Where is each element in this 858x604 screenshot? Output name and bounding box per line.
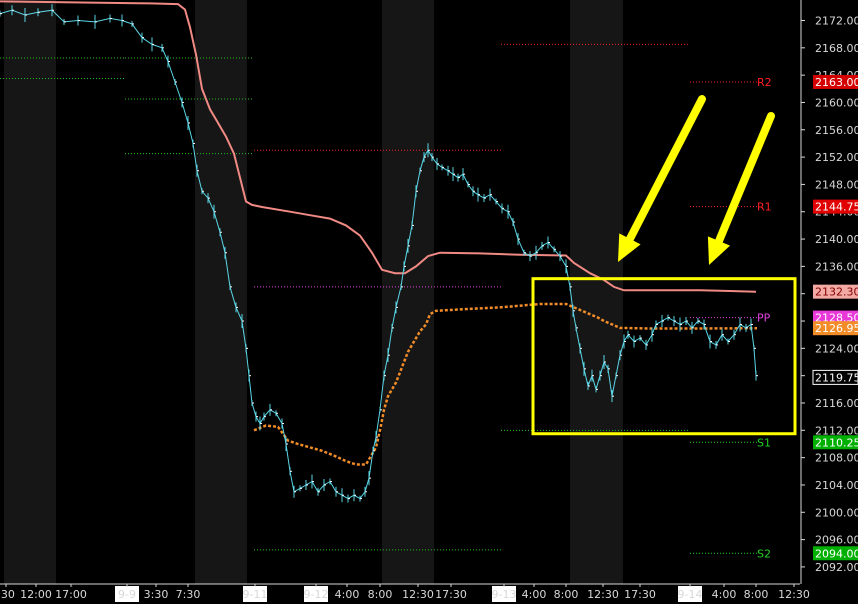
developing-vwap-line xyxy=(253,302,758,466)
x-tick-label-6: 9-11 xyxy=(243,588,268,601)
pivot-label-r1: R1 xyxy=(757,201,772,214)
x-tick-label-17: 9-14 xyxy=(678,588,703,601)
annotation-arrows xyxy=(618,95,775,265)
y-tick-label-5: 2152.00 xyxy=(815,151,858,164)
y-tick-label-14: 2116.00 xyxy=(815,397,858,410)
x-tick-label-13: 4:00 xyxy=(522,588,547,601)
vwap-line xyxy=(0,0,757,293)
price-tag-2: 2119.75 xyxy=(815,371,858,384)
y-tick-label-0: 2172.00 xyxy=(815,14,858,27)
x-tick-label-20: 12:30 xyxy=(778,588,810,601)
pivot-tag-r1: 2144.75 xyxy=(815,201,858,214)
y-tick-label-16: 2108.00 xyxy=(815,452,858,465)
x-tick-label-9: 8:00 xyxy=(368,588,393,601)
time-axis[interactable]: :30 12:0017:00 9-9 3:30 7:30 9-11 9-12 4:00 8:00… xyxy=(0,583,810,602)
x-tick-label-4: 3:30 xyxy=(144,588,169,601)
y-tick-label-17: 2104.00 xyxy=(815,479,858,492)
pivot-tag-s1: 2110.25 xyxy=(815,436,858,449)
y-tick-label-18: 2100.00 xyxy=(815,506,858,519)
y-tick-label-3: 2160.00 xyxy=(815,96,858,109)
pivot-tag-s2: 2094.00 xyxy=(815,547,858,560)
x-tick-label-10: 12:30 xyxy=(402,588,434,601)
x-tick-label-19: 8:00 xyxy=(744,588,769,601)
session-band-3 xyxy=(570,0,623,584)
x-tick-label-2: 17:00 xyxy=(55,588,87,601)
pivot-label-r2: R2 xyxy=(757,76,772,89)
x-tick-label-18: 4:00 xyxy=(712,588,737,601)
pivot-label-pp: PP xyxy=(757,312,771,325)
y-tick-label-1: 2168.00 xyxy=(815,42,858,55)
x-tick-label-12: 9-13 xyxy=(492,588,517,601)
x-tick-label-0: :30 xyxy=(0,588,15,601)
x-tick-label-7: 9-12 xyxy=(304,588,329,601)
y-tick-label-19: 2096.00 xyxy=(815,534,858,547)
price-tag-1: 2132.30 xyxy=(815,286,858,299)
price-chart[interactable]: R2R1PPS1S2 2172.002168.002164.002160.002… xyxy=(0,0,858,604)
x-tick-label-11: 17:30 xyxy=(435,588,467,601)
pivot-tag-r2: 2163.00 xyxy=(815,76,858,89)
developing-vwap-dots xyxy=(253,302,758,466)
session-shading xyxy=(4,0,623,584)
y-tick-label-12: 2124.00 xyxy=(815,342,858,355)
x-tick-label-14: 8:00 xyxy=(554,588,579,601)
price-series xyxy=(0,4,758,503)
vwap-lines xyxy=(0,0,757,293)
pivot-label-s2: S2 xyxy=(757,547,771,560)
session-band-2 xyxy=(382,0,434,584)
y-tick-label-8: 2140.00 xyxy=(815,233,858,246)
arrow-shaft-1 xyxy=(714,112,775,245)
y-tick-label-6: 2148.00 xyxy=(815,178,858,191)
arrow-shaft-0 xyxy=(625,95,706,243)
x-tick-label-16: 17:30 xyxy=(624,588,656,601)
y-tick-label-20: 2092.00 xyxy=(815,561,858,574)
price-line xyxy=(0,9,757,500)
x-tick-label-8: 4:00 xyxy=(335,588,360,601)
x-tick-label-15: 12:30 xyxy=(587,588,619,601)
session-band-0 xyxy=(4,0,56,584)
x-tick-label-5: 7:30 xyxy=(176,588,201,601)
y-tick-label-9: 2136.00 xyxy=(815,260,858,273)
x-tick-label-3: 9-9 xyxy=(118,588,136,601)
y-tick-label-4: 2156.00 xyxy=(815,124,858,137)
x-tick-label-1: 12:00 xyxy=(20,588,52,601)
pivot-label-s1: S1 xyxy=(757,436,771,449)
price-tag-0: 2126.95 xyxy=(815,322,858,335)
